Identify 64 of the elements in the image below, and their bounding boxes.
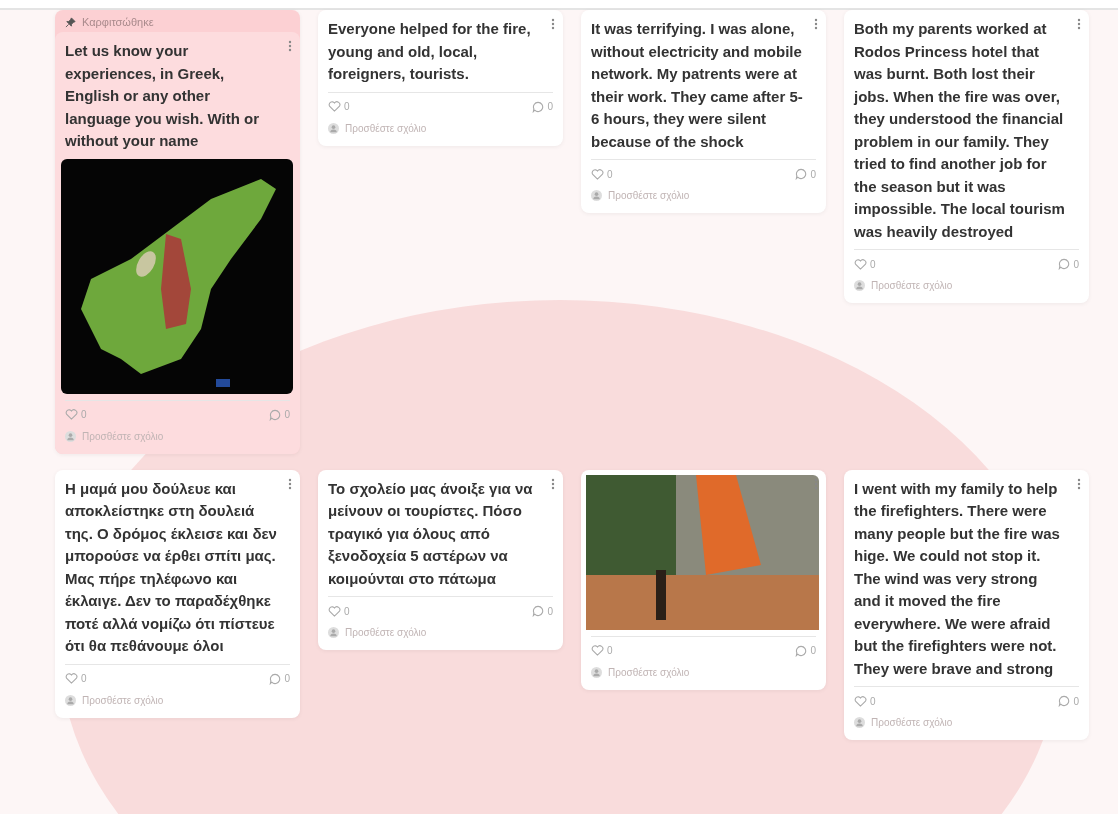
avatar-icon bbox=[328, 122, 339, 134]
like-count: 0 bbox=[344, 101, 350, 112]
avatar-icon bbox=[854, 280, 865, 291]
comment-bubble-icon[interactable] bbox=[269, 408, 282, 421]
comment-count: 0 bbox=[1073, 695, 1079, 707]
like-count: 0 bbox=[81, 673, 87, 684]
post-text: I went with my family to help the firefighters. There were many people but the fire was hige. We could not stop it. The wind was very strong and it moved the fire everywhere. We were afraid but the firefighters were not. They were brave and strong bbox=[854, 478, 1061, 679]
post-text: Το σχολείο μας άνοιξε για να μείνουν οι τουρίστες. Πόσο τραγικό για όλους από ξενοδοχεία 5 αστέρων να κοιμούνται στο πάτωμα bbox=[328, 478, 534, 589]
like-count: 0 bbox=[870, 695, 876, 707]
comment-bubble-icon[interactable] bbox=[269, 672, 282, 685]
comment-bubble-icon[interactable] bbox=[532, 100, 545, 113]
post-text: Let us know your experiences, in Greek, English or any other language you wish. With or without your name bbox=[65, 41, 261, 151]
comment-bubble-icon[interactable] bbox=[795, 168, 808, 180]
comment-count: 0 bbox=[547, 605, 553, 617]
add-comment-field[interactable]: Προσθέστε σχόλιο bbox=[854, 280, 953, 295]
more-options-icon[interactable] bbox=[814, 18, 818, 30]
more-options-icon[interactable] bbox=[551, 477, 555, 490]
add-comment-field[interactable]: Προσθέστε σχόλιο bbox=[591, 666, 690, 682]
heart-icon[interactable] bbox=[591, 645, 604, 656]
add-comment-field[interactable]: Προσθέστε σχόλιο bbox=[65, 694, 164, 710]
comment-bubble-icon[interactable] bbox=[1058, 695, 1071, 707]
comment-count: 0 bbox=[284, 673, 290, 684]
avatar-icon bbox=[65, 694, 76, 706]
heart-icon[interactable] bbox=[854, 695, 867, 707]
pinned-label: Καρφιτσώθηκε bbox=[82, 16, 154, 28]
comment-count: 0 bbox=[284, 409, 290, 420]
more-options-icon[interactable] bbox=[551, 18, 555, 30]
add-comment-field[interactable]: Προσθέστε σχόλιο bbox=[328, 122, 427, 138]
more-options-icon[interactable] bbox=[1077, 477, 1081, 490]
comment-bubble-icon[interactable] bbox=[532, 605, 545, 617]
heart-icon[interactable] bbox=[328, 101, 341, 112]
more-options-icon[interactable] bbox=[288, 40, 292, 52]
like-count: 0 bbox=[81, 409, 87, 420]
add-comment-field[interactable]: Προσθέστε σχόλιο bbox=[854, 717, 953, 732]
like-count: 0 bbox=[870, 258, 876, 270]
avatar-icon bbox=[328, 627, 339, 638]
comment-count: 0 bbox=[547, 101, 553, 112]
comment-count: 0 bbox=[1073, 258, 1079, 270]
post-text: Both my parents worked at Rodos Princess hotel that was burnt. Both lost their jobs. When the fire was over, they understood the financial problem in our family. They tried to find another job for the season but it was impossible. The local tourism was heavily destroyed bbox=[854, 19, 1066, 242]
post-text: Η μαμά μου δούλευε και αποκλείστηκε στη δουλειά της. Ο δρόμος έκλεισε και δεν μπορούσε να έρθει σπίτι μας. Μας πήρε τηλέφωνο και έκλαιγε. Δεν το παραδέχθηκε ποτέ αλλά νομίζω ότι πίστευε ότι θα πεθάνουμε όλοι bbox=[65, 478, 278, 656]
post-text: Everyone helped for the fire, young and old, local, foreigners, tourists. bbox=[328, 19, 532, 84]
comment-count: 0 bbox=[810, 168, 816, 180]
avatar-icon bbox=[65, 430, 76, 442]
like-count: 0 bbox=[607, 645, 613, 656]
like-count: 0 bbox=[607, 168, 613, 180]
add-comment-field[interactable]: Προσθέστε σχόλιο bbox=[591, 190, 690, 205]
more-options-icon[interactable] bbox=[1077, 18, 1081, 30]
avatar-icon bbox=[591, 666, 602, 678]
avatar-icon bbox=[591, 190, 602, 201]
comment-bubble-icon[interactable] bbox=[795, 644, 808, 657]
comment-count: 0 bbox=[810, 645, 816, 656]
like-count: 0 bbox=[344, 605, 350, 617]
pin-icon bbox=[65, 16, 76, 28]
heart-icon[interactable] bbox=[65, 673, 78, 684]
heart-icon[interactable] bbox=[854, 258, 867, 270]
add-comment-field[interactable]: Προσθέστε σχόλιο bbox=[328, 627, 427, 642]
comment-bubble-icon[interactable] bbox=[1058, 258, 1071, 270]
heart-icon[interactable] bbox=[65, 409, 78, 420]
avatar-icon bbox=[854, 717, 865, 728]
heart-icon[interactable] bbox=[591, 168, 604, 180]
heart-icon[interactable] bbox=[328, 605, 341, 617]
add-comment-field[interactable]: Προσθέστε σχόλιο bbox=[65, 430, 164, 446]
more-options-icon[interactable] bbox=[288, 477, 292, 490]
post-text: It was terrifying. I was alone, without electricity and mobile network. My patrents were at their work. They came after 5-6 hours, they were silent because of the shock bbox=[591, 19, 804, 152]
